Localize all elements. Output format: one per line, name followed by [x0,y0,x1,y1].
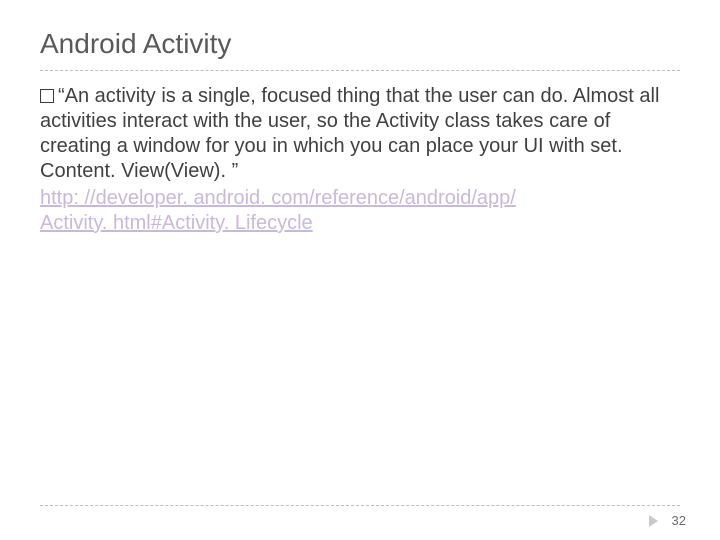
bullet-text: “An activity is a single, focused thing … [40,85,659,182]
reference-link-block: http: //developer. android. com/referenc… [40,186,680,236]
reference-link-line1[interactable]: http: //developer. android. com/referenc… [40,187,516,209]
page-arrow-icon [649,515,658,527]
slide: Android Activity “An activity is a singl… [0,0,720,540]
slide-title: Android Activity [40,28,231,60]
page-number: 32 [672,513,686,528]
reference-link-line2[interactable]: Activity. html#Activity. Lifecycle [40,212,313,234]
bullet-paragraph: “An activity is a single, focused thing … [40,84,680,184]
slide-body: “An activity is a single, focused thing … [40,84,680,236]
title-divider [40,70,680,71]
footer-divider [40,505,680,506]
bullet-square-icon [40,89,54,103]
